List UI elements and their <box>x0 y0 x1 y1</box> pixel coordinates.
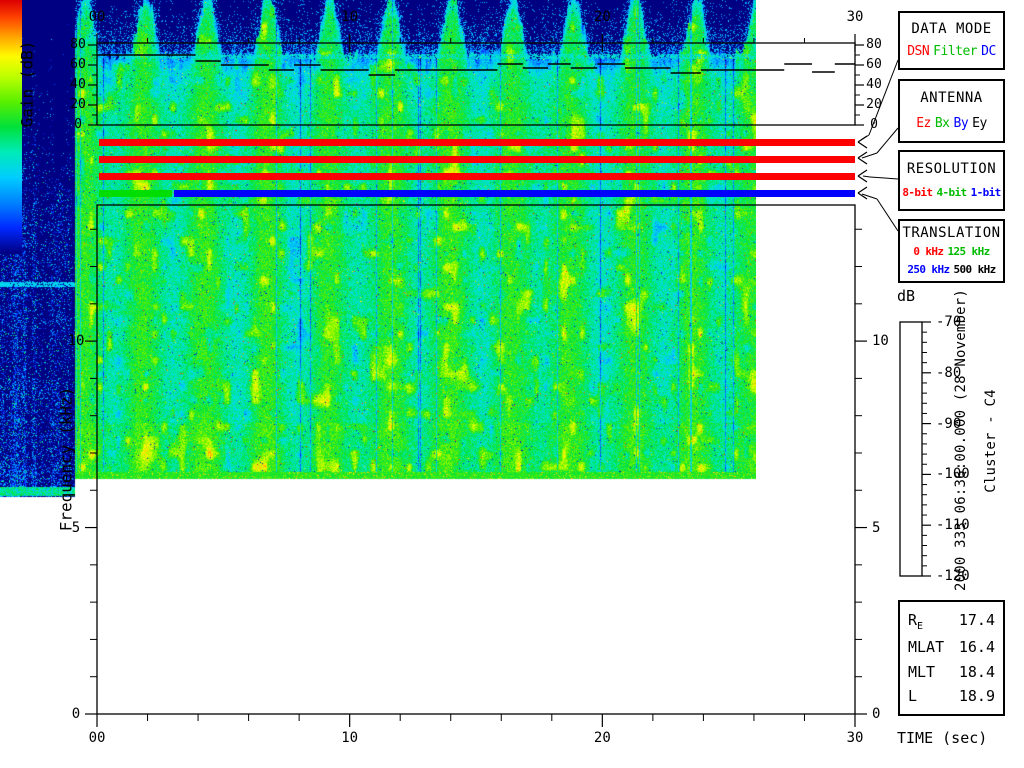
status-bar-segment-translation <box>99 190 172 197</box>
panel-values-row: 250 kHz 500 kHz <box>900 263 1003 277</box>
panel-value: 4-bit <box>936 186 967 199</box>
spacecraft-annotation: Cluster - C4 <box>983 389 999 493</box>
freq-tick-label-right: 0 <box>872 706 881 722</box>
tick-or-line <box>876 198 899 232</box>
gain-tick-label-right: 60 <box>866 57 882 72</box>
info-value: 18.4 <box>958 662 995 681</box>
colorbar-tick-label: -70 <box>936 314 962 330</box>
freq-tick-label-left: 5 <box>71 519 81 536</box>
panel-values-row: 8-bit 4-bit 1-bit <box>900 186 1003 200</box>
panel-value: Bx <box>934 115 950 131</box>
status-bar-segment-resolution <box>99 173 855 180</box>
gain-tick-label-left: 20 <box>70 97 86 112</box>
time-tick-label-bottom: 20 <box>593 730 611 746</box>
status-bar-segment-translation <box>173 190 855 197</box>
time-tick-label-bottom: 10 <box>341 730 359 746</box>
frequency-axis-title: Frequency (kHz) <box>56 386 76 532</box>
panel-value: 0 kHz <box>913 245 944 258</box>
axes-overlay <box>85 34 931 727</box>
freq-tick-label-right: 5 <box>872 519 881 536</box>
datetime-annotation: 2000 333 06:36:00.000 (28 November) <box>953 288 969 592</box>
time-tick-label-top: 30 <box>846 9 864 25</box>
ephemeris-table: RE 17.4 MLAT 16.4 MLT 18.4 L 18.9 <box>898 600 1005 716</box>
panel-title: DATA MODE <box>911 20 992 37</box>
tick-or-line <box>862 175 871 178</box>
panel-title: TRANSLATION <box>902 225 1001 241</box>
axis-frame <box>899 321 923 577</box>
axis-frame <box>96 42 856 126</box>
time-tick-label-top: 20 <box>593 9 611 25</box>
panel-data-mode: DATA MODE DSN Filter DC <box>898 11 1005 70</box>
panel-value: 8-bit <box>902 186 933 199</box>
freq-tick-label-left: 0 <box>71 706 81 722</box>
panel-resolution: RESOLUTION 8-bit 4-bit 1-bit <box>898 150 1005 211</box>
info-row: MLT 18.4 <box>900 663 1003 681</box>
info-value: 17.4 <box>958 610 995 629</box>
time-tick-label-top: 10 <box>341 9 359 25</box>
freq-tick-label-right: 10 <box>872 333 889 350</box>
panel-value: 1-bit <box>970 186 1002 199</box>
tick-or-line <box>857 169 868 177</box>
wbd-plot-page: Gain (dB) Frequency (kHz) dB TIME (sec) … <box>0 0 1024 768</box>
gain-tick-label-right: 40 <box>866 77 882 92</box>
status-bar-segment-antenna <box>99 156 855 163</box>
info-label: RE <box>908 610 924 632</box>
colorbar-tick-label: -80 <box>936 364 962 381</box>
info-row: MLAT 16.4 <box>900 638 1003 656</box>
info-label: MLAT <box>908 638 945 657</box>
gain-tick-label-right: 20 <box>866 97 882 112</box>
tick-or-line <box>857 135 868 143</box>
panel-value: DC <box>981 44 996 60</box>
gain-tick-label-left: 0 <box>74 117 82 132</box>
panel-values-row: DSN Filter DC <box>900 44 1003 60</box>
status-bar-segment-data-mode <box>99 139 855 146</box>
panel-values-row: Ez Bx By Ey <box>900 116 1003 132</box>
info-row: L 18.9 <box>900 687 1003 705</box>
panel-value: By <box>953 115 969 131</box>
panel-title: RESOLUTION <box>906 161 997 177</box>
time-axis-title: TIME (sec) <box>897 729 988 747</box>
tick-or-line <box>857 157 868 165</box>
info-value: 18.9 <box>958 687 995 706</box>
colorbar-unit-label: dB <box>897 287 916 305</box>
panel-value: Ey <box>972 115 987 131</box>
panel-value: Ez <box>916 115 931 131</box>
colorbar-tick-label: -90 <box>936 415 962 432</box>
axis-frame <box>96 204 856 715</box>
panel-values-row: 0 kHz 125 kHz <box>900 245 1003 259</box>
panel-value: 250 kHz <box>907 263 950 276</box>
time-tick-label-bottom: 30 <box>846 730 864 746</box>
freq-tick-label-left: 10 <box>67 333 85 350</box>
time-tick-label-top: 00 <box>88 9 106 25</box>
time-tick-label-bottom: 00 <box>88 730 106 746</box>
colorbar-tick-label: -110 <box>936 517 970 534</box>
colorbar-tick-label: -100 <box>936 466 970 483</box>
panel-value: 500 kHz <box>953 263 997 276</box>
panel-title: ANTENNA <box>920 90 983 107</box>
info-value: 16.4 <box>958 638 995 657</box>
panel-value: 125 kHz <box>947 245 990 258</box>
panel-antenna: ANTENNA Ez Bx By Ey <box>898 79 1005 143</box>
tick-or-line <box>857 186 868 194</box>
gain-tick-label-left: 80 <box>70 37 86 52</box>
info-row: RE 17.4 <box>900 611 1003 632</box>
panel-translation: TRANSLATION 0 kHz 125 kHz 250 kHz 500 kHz <box>898 219 1005 283</box>
gain-tick-label-right: 80 <box>866 37 882 52</box>
tick-or-line <box>869 176 899 180</box>
panel-value: Filter <box>933 44 978 60</box>
gain-tick-label-right: 0 <box>870 117 878 132</box>
gain-tick-label-left: 60 <box>70 57 86 72</box>
gain-axis-title: Gain (dB) <box>17 40 37 128</box>
colorbar-tick-label: -120 <box>936 568 970 584</box>
tick-or-line <box>857 141 868 149</box>
info-label: MLT <box>908 662 936 681</box>
info-label: L <box>908 687 918 706</box>
tick-or-line <box>876 127 899 154</box>
gain-tick-label-left: 40 <box>70 77 86 92</box>
tick-or-line <box>857 175 868 183</box>
panel-value: DSN <box>907 44 930 60</box>
